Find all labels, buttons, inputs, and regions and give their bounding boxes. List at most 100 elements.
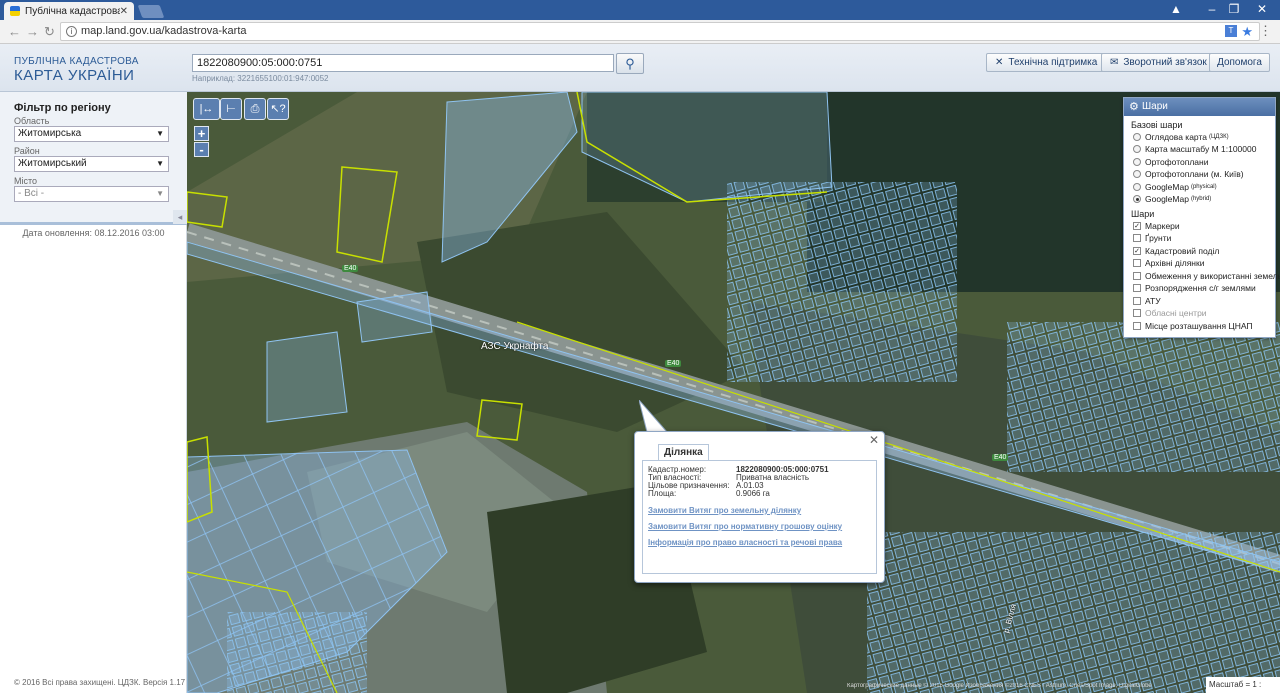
- overlay-layer-item[interactable]: Обмеження у використанні земель: [1133, 270, 1280, 282]
- chevron-down-icon: ▼: [156, 129, 164, 138]
- collapse-sidebar-button[interactable]: ◂: [173, 210, 187, 224]
- gear-icon: ⚙: [1129, 101, 1139, 113]
- forward-icon[interactable]: →: [26, 24, 39, 39]
- city-label: Місто: [14, 176, 38, 186]
- radio-button[interactable]: [1133, 157, 1141, 166]
- checkbox[interactable]: ✓: [1133, 246, 1141, 255]
- overlay-layer-item[interactable]: Архівні ділянки: [1133, 258, 1275, 270]
- bookmark-star-icon[interactable]: ★: [1241, 23, 1253, 40]
- road-label: E40: [342, 265, 359, 272]
- base-layer-item[interactable]: GoogleMap (hybrid): [1133, 194, 1275, 206]
- base-layer-item[interactable]: Карта масштабу М 1:100000: [1133, 144, 1275, 156]
- update-date: Дата оновлення: 08.12.2016 03:00: [22, 228, 165, 238]
- filter-title: Фільтр по регіону: [14, 102, 111, 114]
- cadastral-search-input[interactable]: 1822080900:05:000:0751: [192, 54, 614, 72]
- radio-button[interactable]: [1133, 132, 1141, 141]
- checkbox[interactable]: [1133, 234, 1141, 243]
- feedback-button[interactable]: ✉ Зворотний зв'язок: [1101, 53, 1216, 72]
- base-layer-item[interactable]: Оглядова карта (ЦДЗК): [1133, 131, 1275, 143]
- radio-button[interactable]: [1133, 195, 1141, 204]
- overlay-layer-item[interactable]: ✓ Кадастровий поділ: [1133, 245, 1275, 257]
- overlay-layer-label: АТУ: [1145, 295, 1161, 306]
- tools-icon: ✕: [995, 57, 1004, 68]
- popup-tab[interactable]: Ділянка: [658, 444, 709, 461]
- checkbox[interactable]: [1133, 321, 1141, 330]
- browser-tab[interactable]: Публічна кадастрова ка... ✕: [4, 2, 134, 20]
- overlay-layer-label: Архівні ділянки: [1145, 258, 1205, 269]
- cursor-help-icon: ↖?: [270, 103, 286, 115]
- checkbox[interactable]: [1133, 296, 1141, 305]
- radio-button[interactable]: [1133, 145, 1141, 154]
- base-layer-label: Ортофотоплани (м. Київ): [1145, 169, 1244, 180]
- overlay-layer-label: Місце розташування ЦНАП: [1145, 320, 1253, 331]
- radio-button[interactable]: [1133, 170, 1141, 179]
- zoom-out-button[interactable]: -: [194, 142, 209, 157]
- base-layer-label: GoogleMap: [1145, 194, 1189, 205]
- checkbox[interactable]: [1133, 284, 1141, 293]
- checkbox[interactable]: [1133, 259, 1141, 268]
- place-label[interactable]: АЗС Укрнафта: [481, 341, 548, 352]
- measure-area-button[interactable]: ⊢: [220, 98, 242, 120]
- base-layer-label: Оглядова карта: [1145, 131, 1207, 142]
- map-canvas[interactable]: |↔ ⊢ ⎙ ↖? + - АЗС Укрнафта E40 E40 E40 р…: [187, 92, 1280, 693]
- layers-panel: ⚙ Шари Базові шари Оглядова карта (ЦДЗК) Ка…: [1123, 97, 1280, 338]
- chevron-down-icon: ▼: [156, 189, 164, 198]
- tab-title: Публічна кадастрова ка...: [25, 5, 120, 17]
- measure-length-button[interactable]: |↔: [193, 98, 220, 120]
- popup-pointer: [639, 400, 669, 433]
- reload-icon[interactable]: ↻: [44, 24, 55, 40]
- region-select[interactable]: Житомирська ▼: [14, 126, 169, 142]
- map-attribution: Картографические данные © 2016 Google Из…: [847, 683, 1152, 689]
- checkbox[interactable]: [1133, 271, 1141, 280]
- base-layer-label: Ортофотоплани: [1145, 156, 1209, 167]
- overlay-layer-item[interactable]: ✓ Маркери: [1133, 220, 1275, 232]
- new-tab-button[interactable]: [137, 5, 165, 18]
- logo-line2: КАРТА УКРАЇНИ: [14, 67, 135, 84]
- overlay-layer-item[interactable]: Розпорядження с/г землями: [1133, 283, 1275, 295]
- overlay-layer-item[interactable]: Місце розташування ЦНАП: [1133, 320, 1275, 332]
- checkbox[interactable]: [1133, 309, 1141, 318]
- district-select[interactable]: Житомирський ▼: [14, 156, 169, 172]
- radio-button[interactable]: [1133, 182, 1141, 191]
- zoom-in-button[interactable]: +: [194, 126, 209, 141]
- overlay-layer-label: Маркери: [1145, 220, 1180, 231]
- overlay-layer-item[interactable]: Обласні центри: [1133, 308, 1275, 320]
- menu-icon[interactable]: ⋮: [1259, 23, 1272, 39]
- close-tab-icon[interactable]: ✕: [120, 6, 128, 17]
- info-icon[interactable]: i: [66, 26, 77, 37]
- close-window-button[interactable]: ✕: [1244, 0, 1280, 20]
- copyright: © 2016 Всі права захищені. ЦДЗК. Версія …: [14, 678, 186, 687]
- help-button[interactable]: Допомога: [1209, 53, 1270, 72]
- layers-header[interactable]: ⚙ Шари: [1124, 98, 1275, 116]
- print-button[interactable]: ⎙: [244, 98, 266, 120]
- sidebar: Фільтр по регіону Область Житомирська ▼ Р…: [0, 92, 187, 693]
- tech-support-label: Технічна підтримка: [1008, 57, 1098, 68]
- address-bar-row: ← → ↻ i map.land.gov.ua/kadastrova-karta…: [0, 20, 1280, 44]
- overlay-layer-item[interactable]: АТУ: [1133, 295, 1275, 307]
- base-layer-item[interactable]: Ортофотоплани (м. Київ): [1133, 169, 1275, 181]
- ownership-info-link[interactable]: Інформація про право власності та речові…: [648, 538, 842, 547]
- city-select[interactable]: - Всі - ▼: [14, 186, 169, 202]
- user-icon[interactable]: ▲: [1158, 0, 1194, 20]
- base-layer-sup: (hybrid): [1190, 196, 1212, 203]
- url-input[interactable]: i map.land.gov.ua/kadastrova-karta T ★: [60, 22, 1260, 41]
- base-layer-item[interactable]: Ортофотоплани: [1133, 156, 1275, 168]
- overlay-layer-item[interactable]: Ґрунти: [1133, 233, 1275, 245]
- logo-line1: ПУБЛІЧНА КАДАСТРОВА: [14, 56, 139, 67]
- overlay-layer-label: Розпорядження с/г землями: [1145, 283, 1256, 294]
- base-layers-title: Базові шари: [1131, 120, 1183, 130]
- order-valuation-link[interactable]: Замовити Витяг про нормативну грошову оц…: [648, 522, 842, 531]
- order-extract-link[interactable]: Замовити Витяг про земельну ділянку: [648, 506, 801, 515]
- map-scale: Масштаб = 1 : 8531: [1206, 677, 1280, 693]
- checkbox[interactable]: ✓: [1133, 221, 1141, 230]
- search-button[interactable]: ⚲: [616, 53, 644, 74]
- tech-support-button[interactable]: ✕ Технічна підтримка: [986, 53, 1107, 72]
- city-value: - Всі -: [18, 188, 45, 199]
- back-icon[interactable]: ←: [8, 24, 21, 39]
- feedback-label: Зворотний зв'язок: [1123, 57, 1207, 68]
- close-icon[interactable]: ✕: [869, 433, 879, 447]
- translate-icon[interactable]: T: [1225, 25, 1237, 37]
- overlay-layer-label: Обласні центри: [1145, 308, 1207, 319]
- base-layer-item[interactable]: GoogleMap (physical): [1133, 181, 1275, 193]
- identify-button[interactable]: ↖?: [267, 98, 289, 120]
